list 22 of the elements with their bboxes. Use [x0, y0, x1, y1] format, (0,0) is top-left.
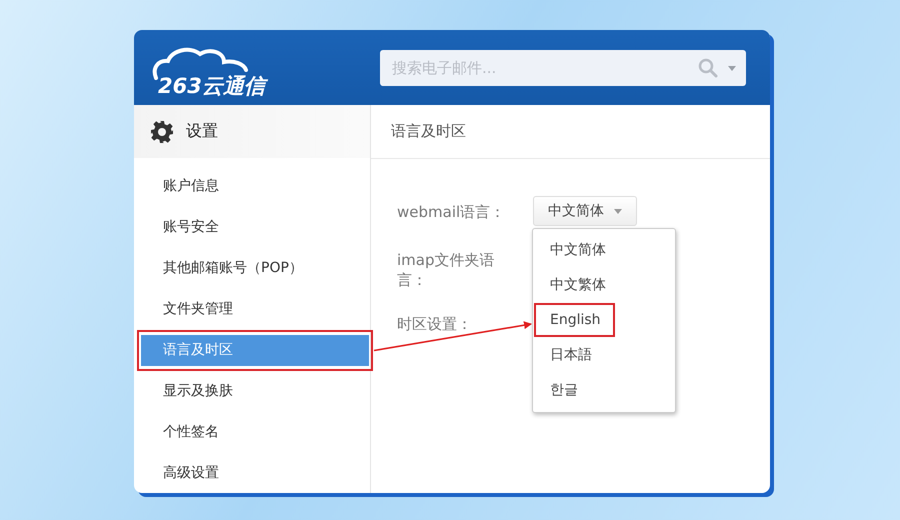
- sidebar-title: 设置: [186, 121, 218, 142]
- gear-icon: [150, 120, 174, 144]
- dropdown-option[interactable]: 中文简体: [536, 235, 613, 265]
- page-title: 语言及时区: [371, 105, 770, 159]
- caret-icon[interactable]: [728, 66, 736, 70]
- search-icon[interactable]: [698, 58, 718, 78]
- sidebar-item[interactable]: 显示及换肤: [141, 376, 369, 407]
- dropdown-option[interactable]: 한글: [536, 375, 613, 405]
- sidebar-item[interactable]: 个性签名: [141, 417, 369, 448]
- field-label: imap文件夹语言：: [397, 250, 496, 290]
- sidebar-item[interactable]: 其他邮箱账号（POP）: [141, 253, 369, 284]
- language-dropdown[interactable]: 中文简体: [533, 196, 637, 226]
- sidebar-item[interactable]: 账户信息: [141, 171, 369, 202]
- sidebar-item[interactable]: 账号安全: [141, 212, 369, 243]
- field-label: 时区设置：: [397, 314, 473, 334]
- caret-icon[interactable]: [614, 208, 622, 214]
- sidebar-item[interactable]: 高级设置: [141, 458, 369, 489]
- field-label: webmail语言：: [397, 202, 506, 222]
- dropdown-option[interactable]: 中文繁体: [536, 270, 613, 300]
- sidebar-item[interactable]: 文件夹管理: [141, 294, 369, 325]
- dropdown-option[interactable]: 日本語: [536, 340, 613, 370]
- dropdown-option[interactable]: English: [536, 305, 613, 335]
